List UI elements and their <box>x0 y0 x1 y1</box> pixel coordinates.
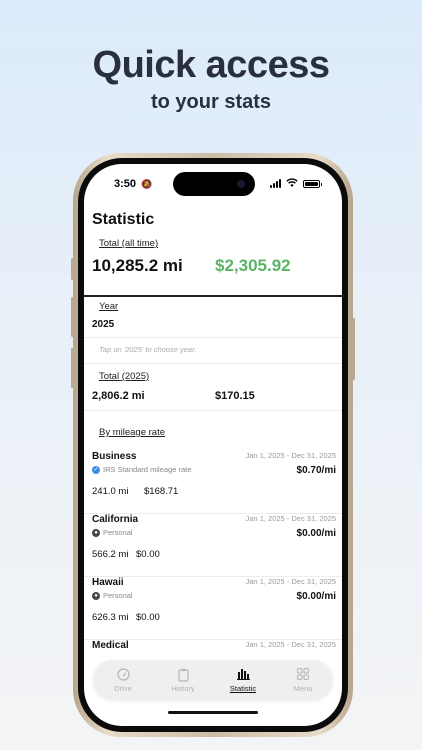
bar-chart-icon <box>236 668 250 682</box>
total-year-miles: 2,806.2 mi <box>92 390 145 402</box>
rate-row-california[interactable]: California Jan 1, 2025 - Dec 31, 2025 ● P… <box>84 514 342 577</box>
total-year-label: Total (2025) <box>99 371 150 382</box>
tab-bar: Drive History Statistic Menu <box>93 660 333 700</box>
verified-icon: ✓ <box>92 465 100 474</box>
rate-value: $0.00/mi <box>296 528 336 539</box>
page-title: Statistic <box>92 211 155 228</box>
total-all-time-label: Total (all time) <box>99 238 159 249</box>
rate-dates: Jan 1, 2025 - Dec 31, 2025 <box>245 514 336 523</box>
section-divider <box>84 295 342 297</box>
subheadline: to your stats <box>150 91 272 113</box>
rate-row-hawaii[interactable]: Hawaii Jan 1, 2025 - Dec 31, 2025 ● Perso… <box>84 577 342 640</box>
rate-miles: 241.0 mi <box>92 486 129 497</box>
divider <box>84 363 342 364</box>
headline: Quick access <box>92 44 330 86</box>
status-time: 3:50 <box>114 178 137 190</box>
rate-name: Medical <box>92 640 129 651</box>
rate-dates: Jan 1, 2025 - Dec 31, 2025 <box>245 577 336 586</box>
grid-icon <box>297 667 309 682</box>
year-selector[interactable]: 2025 <box>92 319 114 330</box>
rate-name: Hawaii <box>92 577 124 588</box>
side-button <box>71 297 74 337</box>
total-all-time-miles: 10,285.2 mi <box>92 256 183 275</box>
camera-icon <box>237 180 245 188</box>
rate-type: ● Personal <box>92 528 133 537</box>
tab-label: Menu <box>293 683 313 693</box>
divider <box>84 337 342 338</box>
rate-type-label: Personal <box>103 591 133 600</box>
rate-dates: Jan 1, 2025 - Dec 31, 2025 <box>245 640 336 649</box>
phone-screen: 3:50 🔕 Statistic Total (all time) 10,285… <box>84 164 342 726</box>
clipboard-icon <box>177 668 189 682</box>
side-button <box>71 348 74 388</box>
side-button <box>352 318 355 380</box>
tab-label: History <box>171 683 195 693</box>
navigation-arrow-icon <box>116 667 130 682</box>
year-hint: Tap on '2025' to choose year. <box>99 345 197 354</box>
battery-icon <box>303 179 322 188</box>
side-button <box>71 258 74 280</box>
rate-amount: $168.71 <box>144 486 179 497</box>
rate-type: ● Personal <box>92 591 133 600</box>
wifi-icon <box>286 178 298 189</box>
rate-miles: 626.3 mi <box>92 612 129 623</box>
year-label: Year <box>99 301 119 312</box>
tab-label: Drive <box>114 683 132 693</box>
rate-row-business[interactable]: Business Jan 1, 2025 - Dec 31, 2025 ✓ IRS… <box>84 451 342 514</box>
rate-name: Business <box>92 451 137 462</box>
rate-type-label: Personal <box>103 528 133 537</box>
by-mileage-rate-label: By mileage rate <box>99 427 166 438</box>
status-icons <box>270 178 322 189</box>
home-indicator <box>168 711 258 714</box>
rate-value: $0.00/mi <box>296 591 336 602</box>
total-all-time-amount: $2,305.92 <box>215 256 291 275</box>
tab-menu[interactable]: Menu <box>275 667 331 693</box>
rate-amount: $0.00 <box>136 549 160 560</box>
rate-dates: Jan 1, 2025 - Dec 31, 2025 <box>245 451 336 460</box>
rate-value: $0.70/mi <box>296 465 336 476</box>
signal-icon <box>270 179 281 188</box>
rate-type: ✓ IRS Standard mileage rate <box>92 465 191 474</box>
person-icon: ● <box>92 591 100 600</box>
tab-drive[interactable]: Drive <box>95 667 151 693</box>
person-icon: ● <box>92 528 100 537</box>
divider <box>84 410 342 411</box>
total-year-amount: $170.15 <box>215 390 255 402</box>
rate-amount: $0.00 <box>136 612 160 623</box>
tab-statistic[interactable]: Statistic <box>215 668 271 693</box>
rate-type-label: IRS Standard mileage rate <box>103 465 192 474</box>
rate-name: California <box>92 514 139 525</box>
rate-miles: 566.2 mi <box>92 549 129 560</box>
tab-history[interactable]: History <box>155 668 211 693</box>
dynamic-island <box>173 172 255 196</box>
tab-label: Statistic <box>229 683 257 693</box>
bell-muted-icon: 🔕 <box>141 179 153 189</box>
